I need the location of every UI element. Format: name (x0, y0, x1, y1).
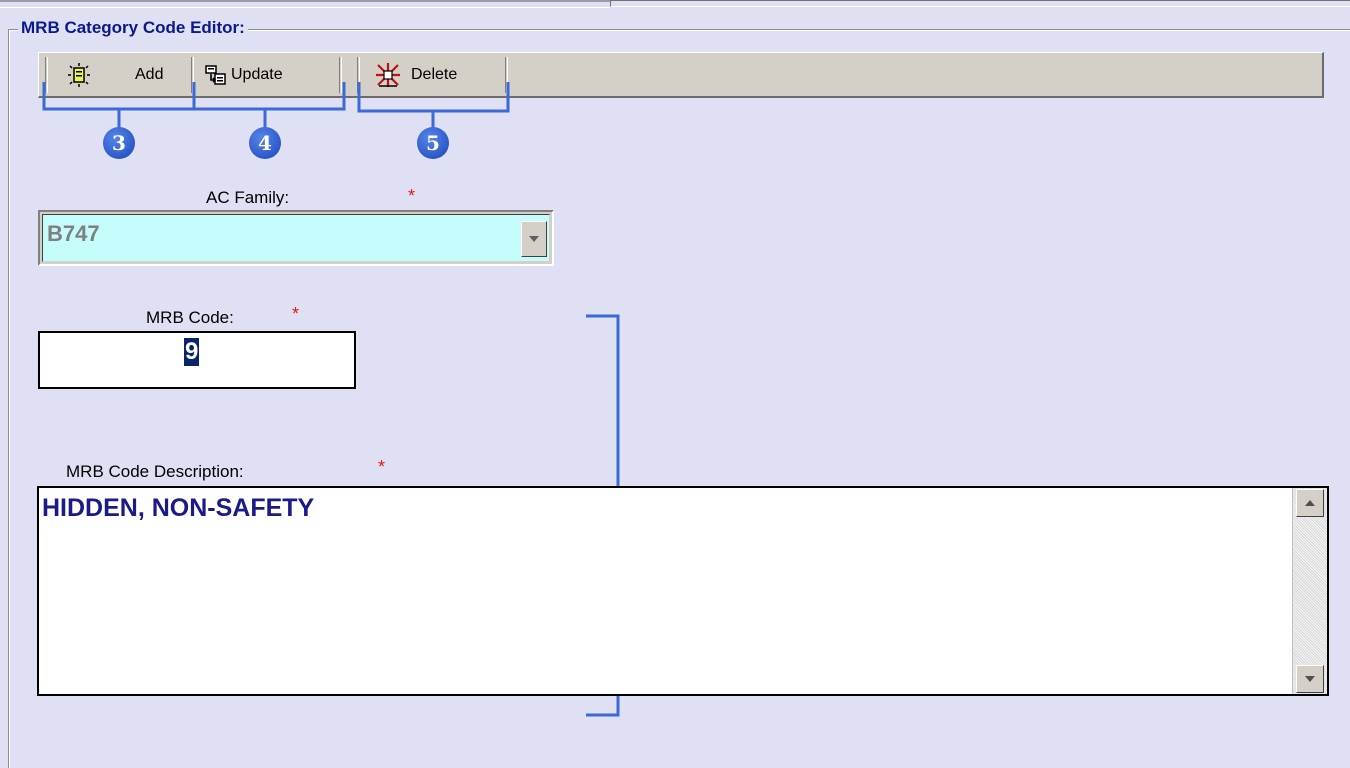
chevron-down-icon[interactable] (521, 221, 547, 257)
scroll-down-arrow-icon[interactable] (1296, 665, 1324, 693)
ac-family-label: AC Family: (206, 188, 290, 207)
ac-family-required-marker: * (408, 186, 416, 206)
callout-bracket-delete (357, 82, 510, 113)
mrb-code-description-textarea[interactable]: HIDDEN, NON-SAFETY (37, 486, 1329, 696)
callout-badge-update: 4 (249, 127, 281, 159)
ac-family-select[interactable]: B747 (38, 210, 554, 266)
mrb-code-description-label: MRB Code Description: (66, 462, 244, 481)
mrb-code-required-marker: * (292, 304, 300, 324)
scroll-up-arrow-icon[interactable] (1296, 489, 1324, 517)
mrb-code-input[interactable]: 9 (38, 331, 356, 389)
ac-family-select-field[interactable]: B747 (42, 214, 550, 262)
mrb-code-value: 9 (184, 338, 200, 366)
mrb-code-description-value: HIDDEN, NON-SAFETY (42, 494, 315, 522)
ac-family-value: B747 (47, 221, 100, 246)
description-scrollbar[interactable] (1292, 488, 1327, 694)
mrb-code-description-required-marker: * (378, 457, 386, 477)
callout-badge-delete: 5 (417, 127, 449, 159)
callout-badge-add: 3 (103, 127, 135, 159)
mrb-code-label: MRB Code: (146, 308, 234, 327)
